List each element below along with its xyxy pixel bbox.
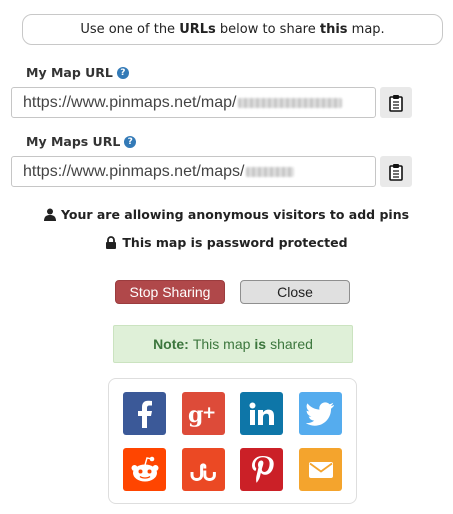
anonymous-pins-text: Your are allowing anonymous visitors to … — [60, 207, 410, 222]
redacted-map-id — [238, 97, 343, 108]
lock-icon — [106, 236, 117, 249]
stumbleupon-icon — [190, 462, 216, 481]
note-text-1: This map — [192, 336, 251, 352]
note-is: is — [254, 336, 267, 352]
sharing-status-note: Note: This map is shared — [113, 325, 353, 363]
copy-map-url-button[interactable] — [380, 87, 412, 118]
pinterest-icon — [251, 455, 274, 483]
note-text-2: shared — [270, 336, 313, 352]
share-facebook-button[interactable] — [123, 392, 166, 435]
instruction-text-2: below to share — [215, 22, 320, 37]
close-button[interactable]: Close — [240, 280, 350, 304]
share-instructions: Use one of the URLs below to share this … — [22, 14, 443, 45]
facebook-icon — [137, 400, 152, 428]
share-twitter-button[interactable] — [299, 392, 342, 435]
instruction-urls: URLs — [179, 22, 216, 37]
share-reddit-button[interactable] — [123, 448, 166, 491]
instruction-this: this — [319, 22, 348, 37]
map-url-field[interactable]: https://www.pinmaps.net/map/ — [11, 87, 376, 118]
question-circle-icon[interactable]: ? — [116, 66, 129, 79]
reddit-icon — [131, 456, 158, 481]
share-email-button[interactable] — [299, 448, 342, 491]
question-circle-icon[interactable]: ? — [124, 135, 137, 148]
share-google-plus-button[interactable]: g + — [182, 392, 225, 435]
instruction-text-1: Use one of the — [80, 22, 180, 37]
linkedin-icon — [249, 402, 274, 425]
map-url-label-text: My Map URL — [26, 65, 113, 80]
email-icon — [308, 461, 333, 478]
password-notice: This map is password protected — [0, 235, 453, 250]
maps-url-field[interactable]: https://www.pinmaps.net/maps/ — [11, 156, 376, 187]
redacted-user-id — [246, 166, 295, 177]
instruction-text-3: map. — [347, 22, 385, 37]
share-linkedin-button[interactable] — [240, 392, 283, 435]
clipboard-icon — [389, 94, 403, 112]
map-url-label: My Map URL ? — [26, 65, 129, 80]
anonymous-pins-notice: Your are allowing anonymous visitors to … — [0, 207, 453, 222]
stop-sharing-button[interactable]: Stop Sharing — [115, 280, 225, 304]
user-icon — [43, 208, 56, 221]
share-stumbleupon-button[interactable] — [182, 448, 225, 491]
map-url-value: https://www.pinmaps.net/map/ — [23, 93, 237, 111]
share-pinterest-button[interactable] — [240, 448, 283, 491]
social-share-panel: g + — [108, 378, 357, 504]
google-plus-icon: g + — [188, 402, 216, 427]
note-label: Note: — [153, 336, 189, 352]
maps-url-label-text: My Maps URL — [26, 134, 121, 149]
password-text: This map is password protected — [122, 235, 348, 250]
clipboard-icon — [389, 163, 403, 181]
twitter-icon — [305, 401, 334, 426]
maps-url-value: https://www.pinmaps.net/maps/ — [23, 162, 245, 180]
copy-maps-url-button[interactable] — [380, 156, 412, 187]
maps-url-label: My Maps URL ? — [26, 134, 137, 149]
svg-text:+: + — [202, 403, 216, 423]
